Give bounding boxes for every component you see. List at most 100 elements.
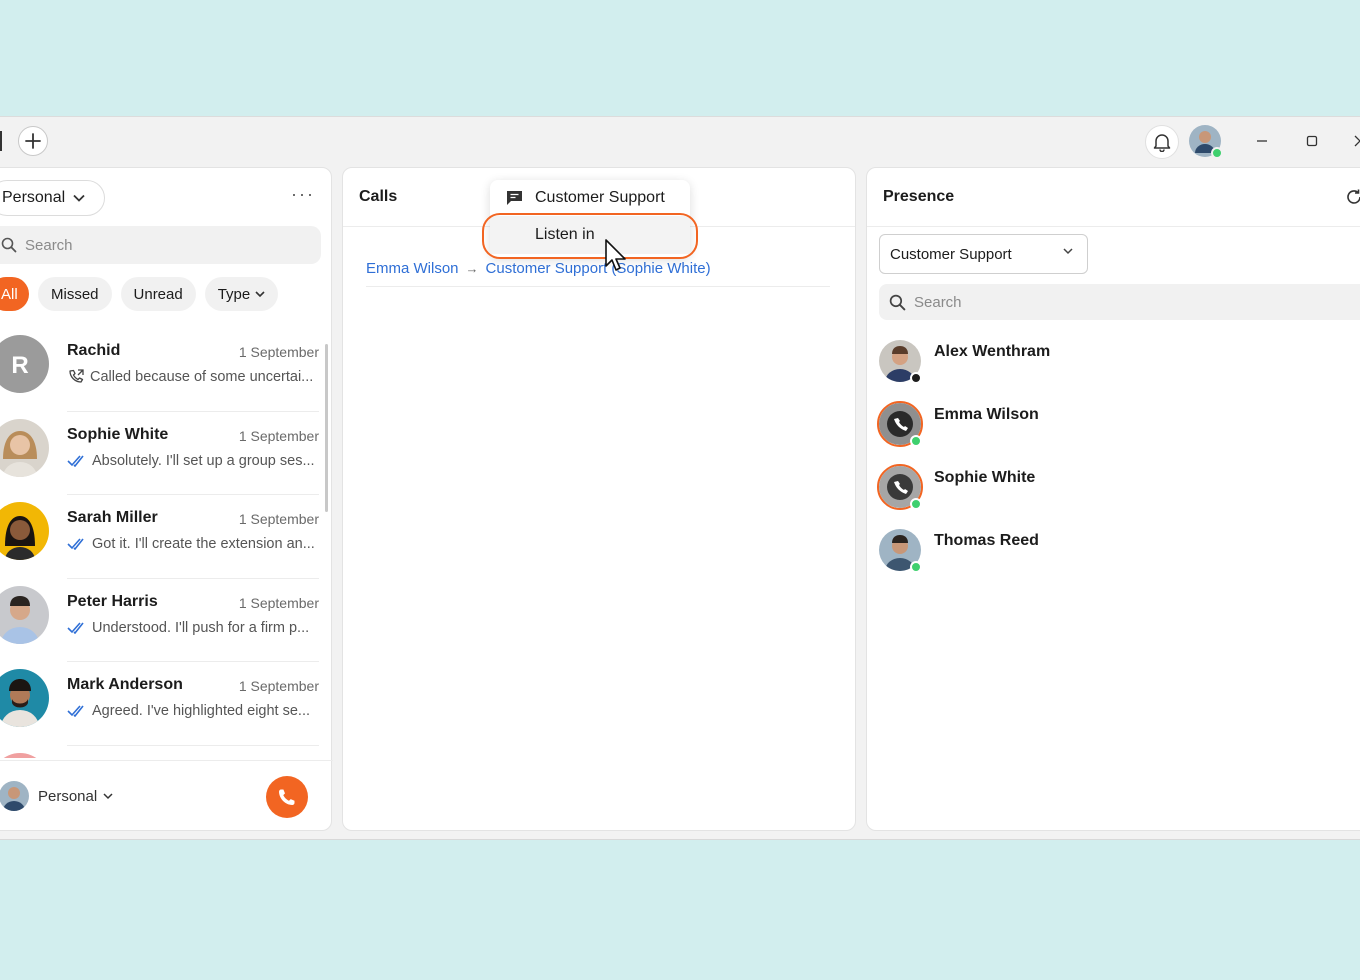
list-item[interactable]: Sarah Miller 1 September Got it. I'll cr… bbox=[0, 495, 333, 579]
double-check-icon bbox=[67, 705, 84, 718]
double-check-icon bbox=[67, 622, 84, 634]
minimize-button[interactable] bbox=[1250, 129, 1274, 153]
outgoing-call-icon bbox=[69, 369, 84, 383]
search-input[interactable] bbox=[25, 236, 285, 254]
scrollbar[interactable] bbox=[325, 344, 328, 512]
refresh-icon[interactable] bbox=[1345, 188, 1360, 206]
avatar[interactable] bbox=[0, 781, 29, 811]
message-preview: Agreed. I've highlighted eight se... bbox=[67, 703, 310, 719]
avatar bbox=[0, 669, 49, 728]
chip-label: All bbox=[1, 285, 18, 303]
bell-icon bbox=[1153, 134, 1171, 152]
preview-text: Agreed. I've highlighted eight se... bbox=[92, 703, 310, 720]
arrow-right-icon: → bbox=[465, 261, 479, 276]
queue-call-menu: Customer Support Listen in bbox=[490, 180, 690, 258]
presence-search bbox=[879, 284, 1360, 320]
user-avatar[interactable] bbox=[1189, 125, 1223, 159]
queue-select[interactable]: Customer Support bbox=[879, 234, 1088, 274]
filter-unread[interactable]: Unread bbox=[120, 277, 196, 311]
calls-panel: Calls Emma Wilson → Customer Support (So… bbox=[342, 167, 856, 831]
close-button[interactable] bbox=[1348, 129, 1360, 153]
menu-header: Customer Support bbox=[506, 189, 665, 207]
message-preview: Understood. I'll push for a firm p... bbox=[67, 620, 309, 636]
chat-icon bbox=[507, 191, 522, 205]
preview-text: Absolutely. I'll set up a group ses... bbox=[92, 452, 315, 469]
plus-icon bbox=[25, 133, 41, 149]
filter-missed[interactable]: Missed bbox=[38, 277, 112, 311]
chevron-down-icon bbox=[103, 793, 113, 800]
list-item[interactable]: R Rachid 1 September Called because of s… bbox=[0, 328, 333, 412]
list-item[interactable] bbox=[0, 746, 333, 758]
presence-item[interactable]: Sophie White bbox=[877, 460, 1359, 523]
chevron-down-icon bbox=[1063, 248, 1073, 255]
presence-list: Alex Wenthram Emma Wilson Sophie White T… bbox=[877, 334, 1359, 586]
title-bar bbox=[0, 117, 1360, 165]
avatar bbox=[1189, 125, 1223, 159]
queue-label: Customer Support bbox=[890, 245, 1012, 263]
filter-type[interactable]: Type bbox=[204, 277, 279, 311]
footer-scope-selector[interactable]: Personal bbox=[38, 788, 113, 805]
double-check-icon bbox=[67, 538, 84, 551]
avatar bbox=[0, 752, 49, 758]
chip-label: Unread bbox=[133, 285, 183, 303]
conversations-panel: Personal ··· All Missed Unread Type R Ra… bbox=[0, 167, 333, 831]
person-name: Sophie White bbox=[934, 469, 1036, 486]
scope-selector[interactable]: Personal bbox=[0, 180, 105, 216]
panel-title: Calls bbox=[359, 188, 398, 205]
menu-header-label: Customer Support bbox=[535, 189, 665, 206]
callee-link[interactable]: Customer Support (Sophie White) bbox=[486, 260, 711, 277]
active-call-row[interactable]: Emma Wilson → Customer Support (Sophie W… bbox=[366, 260, 711, 277]
message-preview: Called because of some uncertai... bbox=[67, 369, 313, 385]
preview-text: Understood. I'll push for a firm p... bbox=[92, 619, 310, 636]
person-name: Alex Wenthram bbox=[934, 343, 1051, 360]
new-button[interactable] bbox=[18, 126, 48, 156]
maximize-button[interactable] bbox=[1300, 129, 1324, 153]
person-name: Thomas Reed bbox=[934, 532, 1039, 549]
chip-label: Type bbox=[217, 285, 251, 303]
list-item[interactable]: Peter Harris 1 September Understood. I'l… bbox=[0, 579, 333, 663]
contact-name: Sophie White bbox=[67, 425, 169, 443]
minimize-icon bbox=[1257, 140, 1267, 142]
presence-item[interactable]: Emma Wilson bbox=[877, 397, 1359, 460]
search-input[interactable] bbox=[914, 293, 1174, 311]
panel-title: Presence bbox=[883, 188, 955, 205]
contact-name: Sarah Miller bbox=[67, 509, 158, 527]
avatar bbox=[0, 418, 49, 477]
message-date: 1 September bbox=[238, 678, 319, 695]
double-check-icon bbox=[67, 455, 84, 467]
filter-all[interactable]: All bbox=[0, 277, 29, 311]
contact-name: Rachid bbox=[67, 342, 121, 359]
sidebar-edge bbox=[0, 131, 2, 151]
preview-text: Got it. I'll create the extension an... bbox=[92, 536, 315, 553]
person-name: Emma Wilson bbox=[934, 406, 1039, 423]
avatar: R bbox=[0, 335, 49, 393]
contact-name: Peter Harris bbox=[67, 592, 158, 610]
presence-item[interactable]: Thomas Reed bbox=[879, 523, 1359, 586]
online-status-icon bbox=[910, 498, 922, 510]
conversation-search bbox=[0, 226, 321, 264]
presence-item[interactable]: Alex Wenthram bbox=[879, 334, 1359, 397]
avatar-initial: R bbox=[11, 352, 28, 379]
message-date: 1 September bbox=[238, 594, 319, 611]
message-date: 1 September bbox=[238, 344, 319, 360]
conversation-list: R Rachid 1 September Called because of s… bbox=[0, 328, 333, 758]
message-preview: Got it. I'll create the extension an... bbox=[67, 536, 315, 552]
chip-label: Missed bbox=[51, 285, 99, 303]
away-status-icon bbox=[910, 372, 922, 384]
caller-link[interactable]: Emma Wilson bbox=[366, 260, 459, 277]
list-item[interactable]: Sophie White 1 September Absolutely. I'l… bbox=[0, 412, 333, 496]
avatar bbox=[0, 502, 49, 561]
filter-chips: All Missed Unread Type bbox=[0, 277, 279, 311]
footer-scope-label: Personal bbox=[38, 788, 98, 805]
notifications-button[interactable] bbox=[1145, 125, 1179, 159]
contact-name: Mark Anderson bbox=[67, 676, 183, 694]
more-options-icon[interactable]: ··· bbox=[291, 184, 315, 205]
preview-text: Called because of some uncertai... bbox=[90, 369, 314, 385]
listen-in-menu-item[interactable]: Listen in bbox=[490, 216, 690, 254]
message-date: 1 September bbox=[238, 511, 319, 528]
list-item[interactable]: Mark Anderson 1 September Agreed. I've h… bbox=[0, 662, 333, 746]
search-icon bbox=[1, 237, 17, 253]
online-status-icon bbox=[910, 435, 922, 447]
message-preview: Absolutely. I'll set up a group ses... bbox=[67, 453, 315, 469]
dial-button[interactable] bbox=[266, 776, 308, 818]
